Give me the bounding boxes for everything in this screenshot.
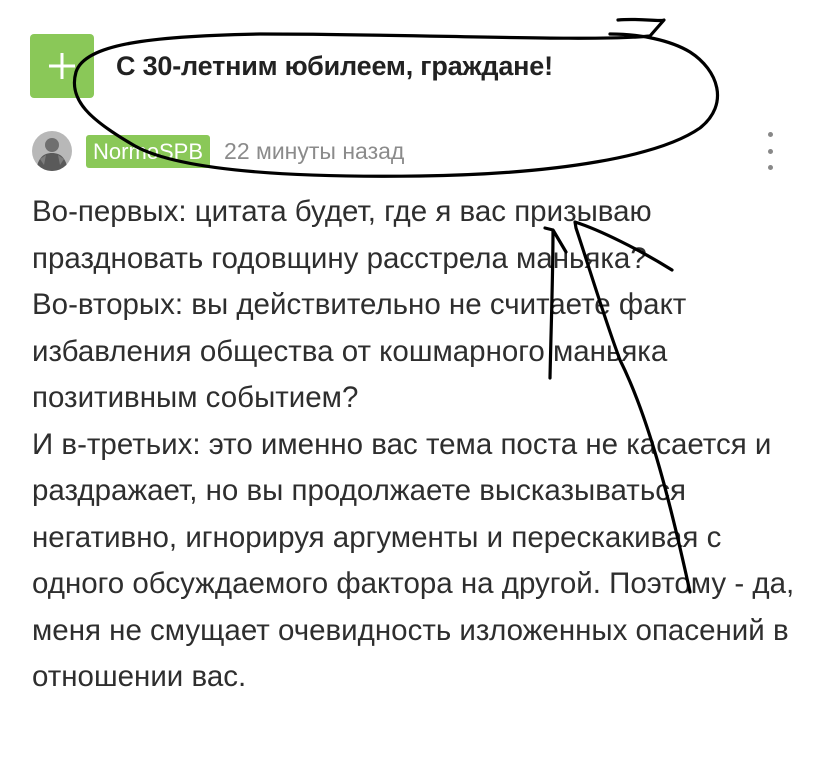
comment-meta: NormoSPB 22 минуты назад (32, 128, 792, 174)
dot-icon (767, 148, 773, 154)
dot-icon (767, 165, 773, 170)
comment-paragraph: Во-вторых: вы действительно не считаете … (32, 288, 687, 414)
post-header: С 30-летним юбилеем, граждане! (30, 34, 553, 98)
plus-icon (49, 53, 75, 79)
comment-paragraph: И в-третьих: это именно вас тема поста н… (32, 427, 795, 694)
more-options-button[interactable] (760, 132, 780, 170)
dot-icon (767, 132, 773, 137)
user-avatar-image (32, 131, 72, 171)
avatar[interactable] (32, 131, 72, 171)
post-title[interactable]: С 30-летним юбилеем, граждане! (116, 51, 553, 82)
username-badge[interactable]: NormoSPB (86, 134, 211, 168)
comment-paragraph: Во-первых: цитата будет, где я вас призы… (32, 195, 652, 275)
comment-timestamp: 22 минуты назад (224, 137, 405, 164)
add-button[interactable] (30, 34, 94, 98)
comment-body: Во-первых: цитата будет, где я вас призы… (32, 189, 802, 701)
